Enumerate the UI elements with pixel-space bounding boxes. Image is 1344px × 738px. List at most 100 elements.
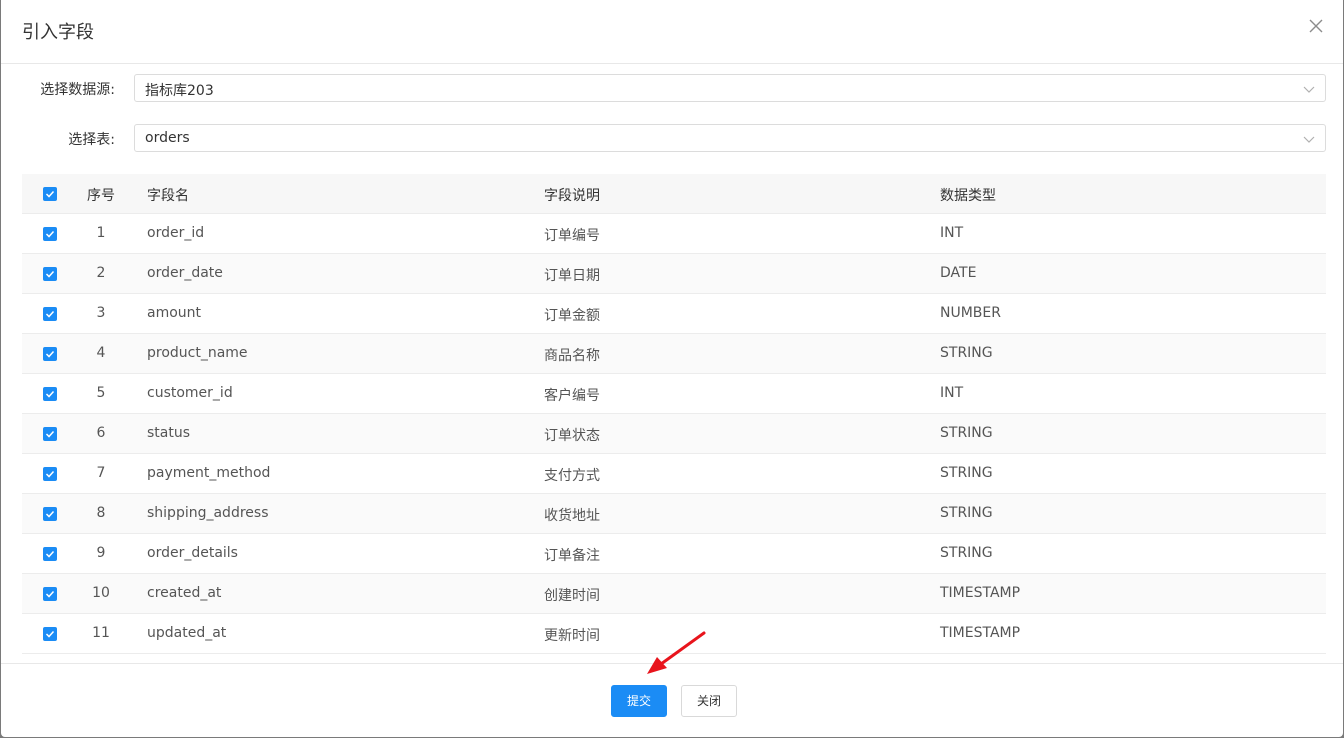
row-checkbox[interactable] <box>43 387 57 401</box>
row-data-type: INT <box>940 385 964 401</box>
row-field-desc: 客户编号 <box>544 388 600 404</box>
row-field-name: order_date <box>147 265 223 281</box>
row-field-desc: 支付方式 <box>544 468 600 484</box>
row-data-type: STRING <box>940 505 993 521</box>
row-index: 6 <box>96 425 106 441</box>
row-field-name: status <box>147 425 191 441</box>
datasource-row: 选择数据源: 指标库203 <box>1 74 1343 102</box>
red-arrow-annotation <box>647 631 706 674</box>
row-checkbox[interactable] <box>43 587 57 601</box>
datasource-label: 选择数据源: <box>40 82 115 98</box>
dialog-header: 引入字段 <box>1 0 1343 64</box>
row-field-desc: 更新时间 <box>544 628 600 644</box>
row-checkbox[interactable] <box>43 267 57 281</box>
checkmark-icon <box>43 507 57 521</box>
table-row[interactable]: 5 customer_id 客户编号 INT <box>22 374 1326 414</box>
row-field-name: product_name <box>147 345 248 361</box>
checkmark-icon <box>43 227 57 241</box>
select-all-checkbox[interactable] <box>43 187 57 201</box>
row-index: 7 <box>96 465 106 481</box>
row-field-name: shipping_address <box>147 505 269 521</box>
table-row[interactable]: 9 order_details 订单备注 STRING <box>22 534 1326 574</box>
checkmark-icon <box>43 267 57 281</box>
table-row[interactable]: 10 created_at 创建时间 TIMESTAMP <box>22 574 1326 614</box>
row-index: 5 <box>96 385 106 401</box>
row-checkbox[interactable] <box>43 467 57 481</box>
row-checkbox[interactable] <box>43 227 57 241</box>
row-field-name: payment_method <box>147 465 271 481</box>
row-checkbox[interactable] <box>43 307 57 321</box>
header-name: 字段名 <box>147 188 189 204</box>
row-field-desc: 创建时间 <box>544 588 600 604</box>
checkmark-icon <box>43 627 57 641</box>
row-field-desc: 订单备注 <box>544 548 600 564</box>
table-header: 序号 字段名 字段说明 数据类型 <box>22 174 1326 214</box>
chevron-down-icon <box>1303 133 1315 145</box>
row-data-type: STRING <box>940 545 993 561</box>
datasource-select[interactable]: 指标库203 <box>134 74 1326 102</box>
table-row[interactable]: 4 product_name 商品名称 STRING <box>22 334 1326 374</box>
checkmark-icon <box>43 387 57 401</box>
row-field-name: updated_at <box>147 625 227 641</box>
row-field-desc: 收货地址 <box>544 508 600 524</box>
row-data-type: INT <box>940 225 964 241</box>
checkmark-icon <box>43 187 57 201</box>
chevron-down-icon <box>1303 83 1315 95</box>
row-data-type: STRING <box>940 425 993 441</box>
import-fields-dialog: 引入字段 选择数据源: 指标库203 选择表: orders 序号 字段名 字段… <box>1 0 1343 737</box>
header-desc: 字段说明 <box>544 188 600 204</box>
row-checkbox[interactable] <box>43 627 57 641</box>
table-value: orders <box>145 130 190 146</box>
table-row[interactable]: 7 payment_method 支付方式 STRING <box>22 454 1326 494</box>
close-icon[interactable] <box>1307 17 1325 35</box>
row-data-type: STRING <box>940 465 993 481</box>
table-row[interactable]: 1 order_id 订单编号 INT <box>22 214 1326 254</box>
table-row[interactable]: 8 shipping_address 收货地址 STRING <box>22 494 1326 534</box>
row-index: 4 <box>96 345 106 361</box>
dialog-title: 引入字段 <box>22 22 94 43</box>
table-select[interactable]: orders <box>134 124 1326 152</box>
row-data-type: TIMESTAMP <box>940 585 1021 601</box>
checkmark-icon <box>43 467 57 481</box>
fields-table: 序号 字段名 字段说明 数据类型 1 order_id 订单编号 INT 2 order_… <box>22 174 1326 654</box>
table-row[interactable]: 2 order_date 订单日期 DATE <box>22 254 1326 294</box>
row-checkbox[interactable] <box>43 507 57 521</box>
row-field-name: created_at <box>147 585 222 601</box>
row-index: 10 <box>92 585 110 601</box>
row-field-desc: 订单日期 <box>544 268 600 284</box>
row-field-name: order_id <box>147 225 205 241</box>
checkmark-icon <box>43 587 57 601</box>
header-type: 数据类型 <box>940 188 996 204</box>
checkmark-icon <box>43 547 57 561</box>
row-field-desc: 商品名称 <box>544 348 600 364</box>
checkmark-icon <box>43 427 57 441</box>
table-row[interactable]: 6 status 订单状态 STRING <box>22 414 1326 454</box>
row-data-type: TIMESTAMP <box>940 625 1021 641</box>
header-index: 序号 <box>87 188 115 204</box>
row-field-desc: 订单金额 <box>544 308 600 324</box>
row-index: 1 <box>96 225 106 241</box>
row-field-name: customer_id <box>147 385 233 401</box>
row-field-desc: 订单状态 <box>544 428 600 444</box>
datasource-value: 指标库203 <box>145 83 214 99</box>
row-field-name: amount <box>147 305 202 321</box>
table-row[interactable]: 3 amount 订单金额 NUMBER <box>22 294 1326 334</box>
row-index: 8 <box>96 505 106 521</box>
close-button[interactable]: 关闭 <box>681 685 737 717</box>
row-data-type: NUMBER <box>940 305 1001 321</box>
table-select-row: 选择表: orders <box>1 124 1343 152</box>
table-label: 选择表: <box>68 132 115 148</box>
row-checkbox[interactable] <box>43 427 57 441</box>
checkmark-icon <box>43 307 57 321</box>
row-checkbox[interactable] <box>43 547 57 561</box>
row-index: 3 <box>96 305 106 321</box>
row-index: 9 <box>96 545 106 561</box>
row-field-name: order_details <box>147 545 238 561</box>
checkmark-icon <box>43 347 57 361</box>
row-field-desc: 订单编号 <box>544 228 600 244</box>
row-data-type: STRING <box>940 345 993 361</box>
row-index: 2 <box>96 265 106 281</box>
row-checkbox[interactable] <box>43 347 57 361</box>
submit-button[interactable]: 提交 <box>611 685 667 717</box>
row-data-type: DATE <box>940 265 977 281</box>
